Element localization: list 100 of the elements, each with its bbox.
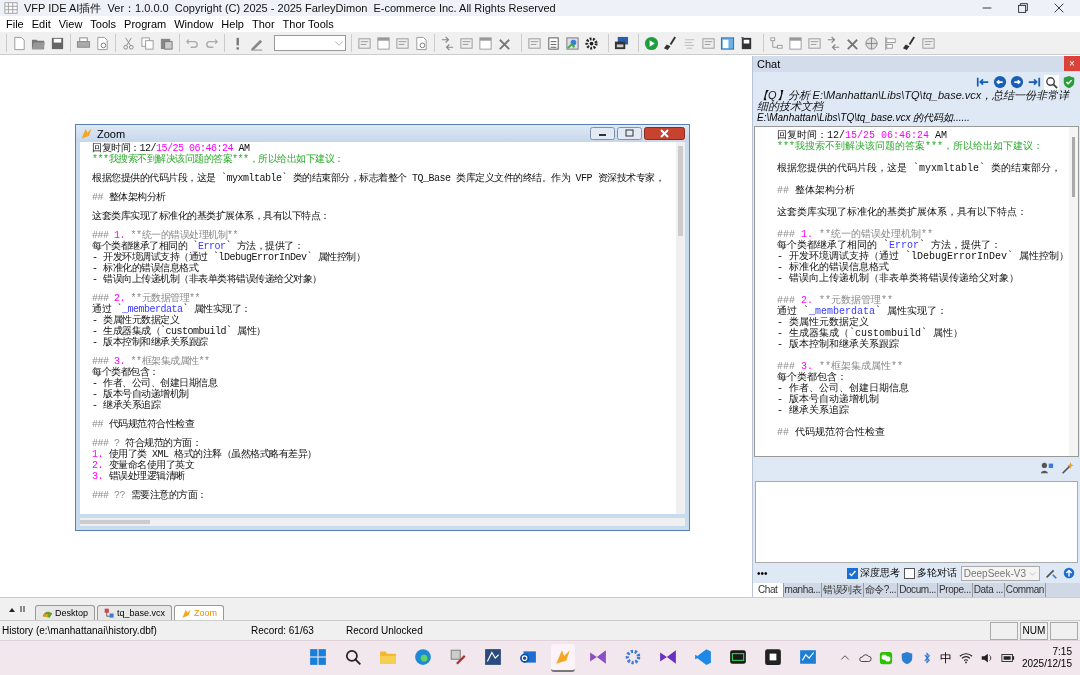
text-line: ### ? 符合规范的方面： bbox=[92, 436, 201, 449]
document-tab[interactable]: tq_base.vcx bbox=[97, 605, 173, 620]
checkbox-label: 多轮对话 bbox=[916, 566, 957, 580]
menu-item[interactable]: Help bbox=[217, 18, 248, 30]
menu-item[interactable]: Program bbox=[120, 18, 171, 30]
shield-icon[interactable] bbox=[899, 651, 914, 665]
search-icon[interactable] bbox=[1044, 74, 1059, 90]
scissors-icon[interactable] bbox=[121, 35, 136, 51]
brush-icon[interactable] bbox=[663, 35, 678, 51]
arrows-icon[interactable] bbox=[826, 35, 841, 51]
form-icon[interactable] bbox=[701, 35, 716, 51]
browser-icon[interactable] bbox=[414, 648, 432, 666]
question-text: 【Q】分析 E:\Manhattan\Libs\TQ\tq_base.vcx，总结一份非常详细的技术文档 bbox=[755, 89, 1071, 112]
more-button[interactable]: ••• bbox=[756, 567, 843, 579]
document-icon[interactable] bbox=[12, 35, 27, 51]
diagram-icon bbox=[104, 607, 116, 619]
text-line: ## 整体架构分析 bbox=[776, 183, 855, 196]
fox-icon[interactable] bbox=[554, 648, 572, 666]
form-icon[interactable] bbox=[357, 35, 372, 51]
text-line: - 错误向上传递机制（非表单类将错误传递给父对象） bbox=[92, 274, 322, 285]
send-icon[interactable] bbox=[1062, 566, 1076, 580]
question-text: E:\Manhattan\Libs\TQ\tq_base.vcx 的代码如...... bbox=[755, 111, 971, 125]
start-icon[interactable] bbox=[309, 648, 327, 666]
text-line: - 错误向上传递机制（非表单类将错误传递给父对象） bbox=[776, 272, 1019, 284]
menu-item[interactable]: View bbox=[54, 18, 87, 30]
text-line: ## 代码规范符合性检查 bbox=[776, 425, 885, 438]
terminal-icon[interactable] bbox=[729, 648, 747, 666]
chat-bubble-icon[interactable] bbox=[878, 651, 893, 665]
clock-time[interactable]: 7:15 bbox=[1052, 646, 1072, 658]
form-icon[interactable] bbox=[395, 35, 410, 51]
gear-icon[interactable] bbox=[584, 35, 599, 51]
restore-icon[interactable] bbox=[1016, 1, 1030, 15]
text-line: - 类属性元数据定义 bbox=[92, 315, 179, 326]
menu-item[interactable]: Thor Tools bbox=[278, 18, 338, 30]
clock-date[interactable]: 2025/12/15 bbox=[1021, 658, 1072, 670]
text-line: - 标准化的错误信息格式 bbox=[776, 261, 889, 273]
menu-item[interactable]: Tools bbox=[86, 18, 121, 30]
chart-icon[interactable] bbox=[484, 648, 502, 666]
status-panel bbox=[1050, 621, 1078, 640]
status-panel bbox=[990, 621, 1018, 640]
menu-item[interactable]: File bbox=[2, 18, 28, 30]
model-dropdown[interactable]: DeepSeek-V3 bbox=[960, 565, 1040, 581]
menu-item[interactable]: Window bbox=[170, 18, 218, 30]
wand-icon[interactable] bbox=[1060, 461, 1074, 476]
window-icon[interactable] bbox=[788, 35, 803, 51]
document-search-icon[interactable] bbox=[95, 35, 110, 51]
close-button[interactable]: × bbox=[1064, 56, 1080, 72]
list-icon[interactable] bbox=[546, 35, 561, 51]
mail-icon[interactable] bbox=[519, 648, 537, 666]
globe-icon[interactable] bbox=[864, 35, 879, 51]
arrows-icon[interactable] bbox=[440, 35, 455, 51]
text-line: 根据您提供的代码片段，这是 `myxmltable` 类的结束部分， bbox=[776, 161, 1061, 174]
pause-icon[interactable] bbox=[19, 605, 27, 613]
checkbox[interactable] bbox=[846, 567, 858, 579]
copy-icon[interactable] bbox=[140, 35, 155, 51]
vertical-scrollbar[interactable] bbox=[1069, 126, 1078, 457]
document-search-icon[interactable] bbox=[414, 35, 429, 51]
minimize-icon[interactable] bbox=[590, 127, 615, 140]
text-line: - 类属性元数据定义 bbox=[776, 316, 869, 328]
picture-icon[interactable] bbox=[565, 35, 580, 51]
text-line: 这套类库实现了标准化的基类扩展体系，具有以下特点： bbox=[92, 209, 330, 222]
battery-icon[interactable] bbox=[1000, 651, 1015, 665]
text-line: - 版本号自动递增机制 bbox=[776, 393, 879, 405]
cloud-icon[interactable] bbox=[857, 651, 872, 665]
menu-item[interactable]: Thor bbox=[248, 18, 279, 30]
speaker-icon[interactable] bbox=[979, 651, 994, 665]
panel-icon[interactable] bbox=[720, 35, 735, 51]
shield-check-icon[interactable] bbox=[1062, 74, 1076, 89]
chart-icon[interactable] bbox=[799, 648, 817, 666]
input-method[interactable]: 中 bbox=[939, 649, 952, 667]
form-icon[interactable] bbox=[807, 35, 822, 51]
toolbar-dropdown[interactable] bbox=[274, 35, 346, 51]
monitor-icon[interactable] bbox=[614, 35, 629, 51]
checkbox[interactable] bbox=[903, 567, 915, 579]
document-tab[interactable]: Desktop bbox=[35, 605, 96, 620]
menu-item[interactable]: Edit bbox=[27, 18, 55, 30]
form-icon[interactable] bbox=[459, 35, 474, 51]
text-line: 通过 `_memberdata` 属性实现了： bbox=[776, 305, 947, 317]
close-icon[interactable] bbox=[644, 127, 685, 140]
search-icon[interactable] bbox=[344, 648, 362, 666]
text-line: - 生成器集成（`custombuild` 属性） bbox=[776, 327, 963, 339]
window-icon[interactable] bbox=[376, 35, 391, 51]
people-icon[interactable] bbox=[1040, 461, 1054, 476]
window-icon[interactable] bbox=[478, 35, 493, 51]
message-input[interactable] bbox=[754, 481, 1078, 563]
next-icon[interactable] bbox=[1010, 74, 1024, 89]
tree-icon[interactable] bbox=[769, 35, 784, 51]
form-icon[interactable] bbox=[527, 35, 542, 51]
previous-icon[interactable] bbox=[993, 74, 1007, 89]
brush-icon[interactable] bbox=[902, 35, 917, 51]
printer-icon[interactable] bbox=[76, 35, 91, 51]
vertical-scrollbar[interactable] bbox=[676, 142, 685, 514]
text-line: ***我搜索不到解决该问题的答案***，所以给出如下建议： bbox=[776, 140, 1043, 152]
app-grid-icon bbox=[4, 1, 18, 15]
text-line: 通过 `_memberdata` 属性实现了： bbox=[92, 304, 251, 315]
close-icon[interactable] bbox=[1052, 1, 1066, 15]
wifi-icon[interactable] bbox=[958, 651, 973, 665]
horizontal-scrollbar[interactable] bbox=[80, 518, 685, 526]
panel-tab[interactable]: Chat bbox=[752, 583, 784, 597]
text-line: ### 3. **框架集成属性** bbox=[776, 359, 903, 372]
